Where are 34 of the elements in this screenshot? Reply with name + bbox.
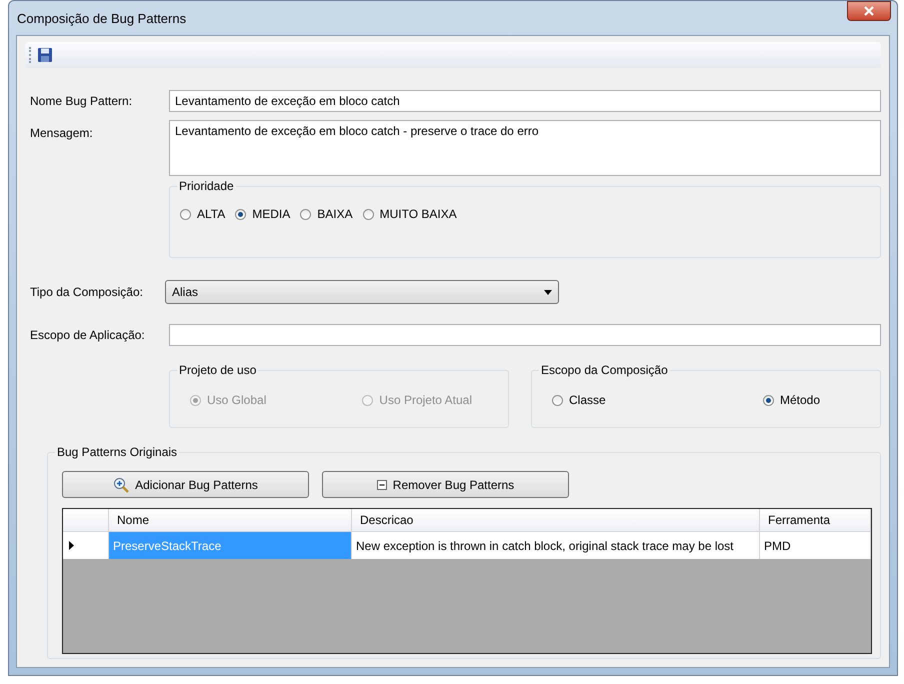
minus-box-icon <box>376 480 387 490</box>
group-title: Projeto de uso <box>177 363 258 377</box>
radio-option[interactable]: MEDIA <box>235 207 290 221</box>
group-title: Prioridade <box>177 179 236 193</box>
remove-button[interactable]: Remover Bug Patterns <box>322 471 569 498</box>
field-label: Mensagem: <box>29 125 94 140</box>
table-cell: PreserveStackTrace <box>109 532 352 559</box>
row-pointer-icon <box>69 541 74 550</box>
field-label: Nome Bug Pattern: <box>29 94 134 108</box>
field-label: Escopo de Aplicação: <box>29 328 146 342</box>
close-icon <box>864 6 874 16</box>
caret-icon <box>544 290 552 294</box>
table-cell: PMD <box>760 532 871 559</box>
radio-option[interactable]: ALTA <box>180 207 226 221</box>
add-button[interactable]: Adicionar Bug Patterns <box>62 471 309 498</box>
table-cell: New exception is thrown in catch block, original stack trace may be lost <box>352 532 760 559</box>
input-field[interactable] <box>169 324 881 346</box>
save-icon[interactable] <box>37 47 53 63</box>
radio-option[interactable]: Classe <box>552 393 606 407</box>
group-title: Bug Patterns Originais <box>55 445 180 459</box>
input-field[interactable]: Levantamento de exceção em bloco catch <box>169 90 881 112</box>
input-field[interactable]: Levantamento de exceção em bloco catch - preserve o trace do erro <box>169 120 881 176</box>
radio-option[interactable]: MUITO BAIXA <box>362 207 457 221</box>
magnifier-plus-icon <box>113 476 130 492</box>
column-header[interactable]: Ferramenta <box>760 509 871 532</box>
radio-option[interactable]: BAIXA <box>300 207 353 221</box>
column-header[interactable]: Descricao <box>352 509 760 532</box>
field-label: Tipo da Composição: <box>29 285 144 299</box>
type-dropdown[interactable]: Alias <box>165 280 559 304</box>
close-button[interactable] <box>847 1 891 21</box>
window-title: Composição de Bug Patterns <box>17 10 186 26</box>
group-title: Escopo da Composição <box>539 363 670 377</box>
column-header[interactable]: Nome <box>109 509 352 532</box>
radio-option[interactable]: Método <box>762 393 820 407</box>
